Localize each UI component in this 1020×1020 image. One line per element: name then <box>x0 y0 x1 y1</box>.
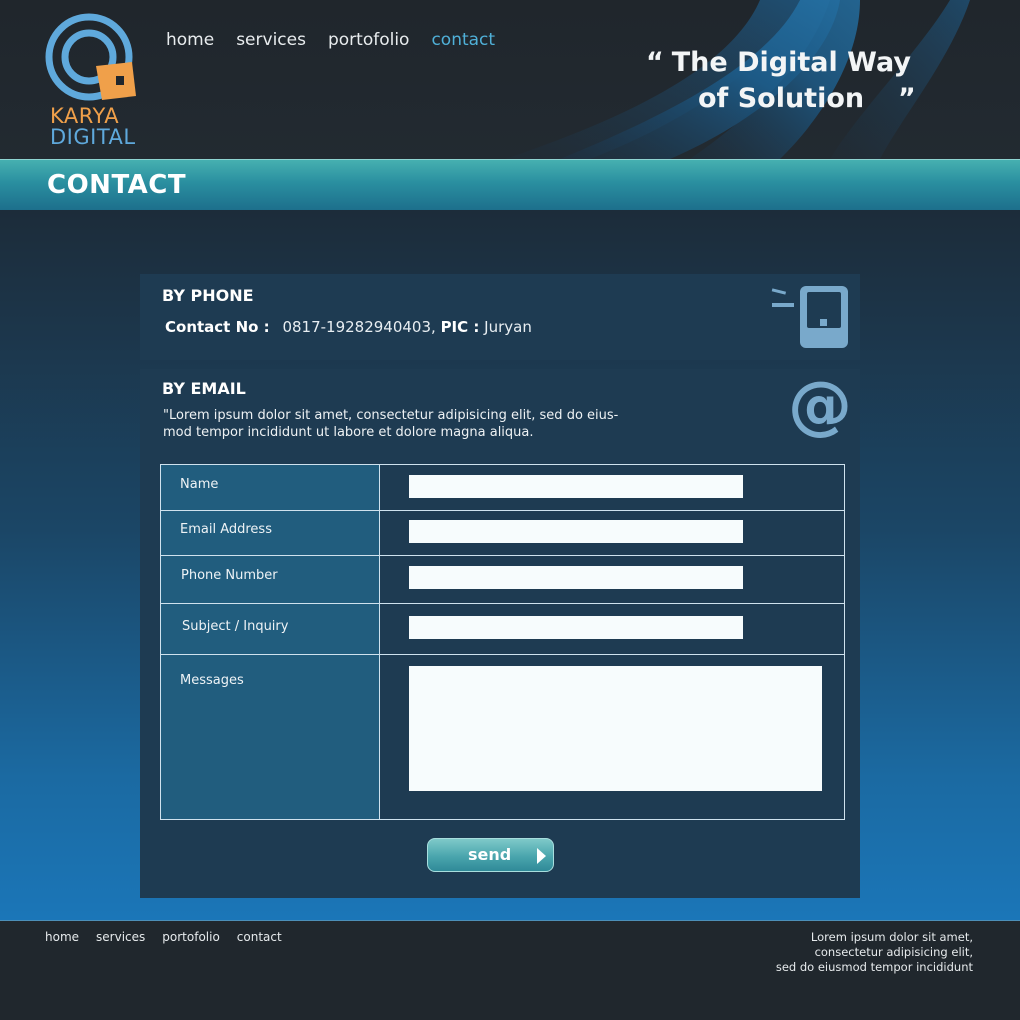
nav-contact[interactable]: contact <box>431 30 495 50</box>
email-description-line1: "Lorem ipsum dolor sit amet, consectetur… <box>163 408 619 423</box>
pic-label: PIC : <box>440 318 480 336</box>
phone-heading: BY PHONE <box>162 286 254 305</box>
messages-label: Messages <box>180 673 244 688</box>
form-row-divider <box>161 603 844 604</box>
subject-inquiry-input[interactable] <box>409 616 743 639</box>
logo-wordmark-digital: DIGITAL <box>50 125 136 149</box>
email-address-label: Email Address <box>180 522 272 537</box>
phone-contact-line: Contact No : 0817-19282940403, PIC : Jur… <box>165 318 532 336</box>
main-content: BY PHONE Contact No : 0817-19282940403, … <box>0 210 1020 920</box>
phone-contact-panel: BY PHONE Contact No : 0817-19282940403, … <box>140 274 860 360</box>
site-footer: home services portofolio contact Lorem i… <box>0 920 1020 1020</box>
nav-home[interactable]: home <box>166 30 214 50</box>
page-title: CONTACT <box>47 170 187 200</box>
email-contact-panel: BY EMAIL @ "Lorem ipsum dolor sit amet, … <box>140 369 860 898</box>
play-arrow-icon <box>537 848 546 864</box>
footer-text-line1: Lorem ipsum dolor sit amet, <box>810 930 973 944</box>
phone-number-input[interactable] <box>409 566 743 589</box>
email-description: "Lorem ipsum dolor sit amet, consectetur… <box>163 407 643 441</box>
page-title-bar: CONTACT <box>0 159 1020 210</box>
footer-nav: home services portofolio contact <box>45 930 299 944</box>
contact-number: 0817-19282940403, <box>282 318 436 336</box>
at-sign-icon: @ <box>788 369 852 443</box>
send-button-label: send <box>468 845 512 864</box>
footer-nav-portofolio[interactable]: portofolio <box>162 930 220 944</box>
contact-no-label: Contact No : <box>165 318 270 336</box>
send-button[interactable]: send <box>427 838 554 872</box>
footer-text-line3: sed do eiusmod tempor incididunt <box>775 960 973 974</box>
main-nav: home services portofolio contact <box>166 30 517 50</box>
form-row-divider <box>161 555 844 556</box>
form-row-divider <box>161 654 844 655</box>
tagline-line2: of Solution <box>698 83 865 114</box>
form-label-column <box>161 465 380 819</box>
nav-portofolio[interactable]: portofolio <box>328 30 409 50</box>
nav-services[interactable]: services <box>236 30 306 50</box>
tagline-line1: The Digital Way <box>671 47 911 78</box>
email-heading: BY EMAIL <box>162 379 246 398</box>
mobile-phone-icon <box>771 286 848 348</box>
footer-nav-contact[interactable]: contact <box>237 930 282 944</box>
footer-text: Lorem ipsum dolor sit amet, consectetur … <box>713 930 973 975</box>
name-label: Name <box>180 477 219 492</box>
footer-text-line2: consectetur adipisicing elit, <box>814 945 973 959</box>
footer-nav-home[interactable]: home <box>45 930 79 944</box>
email-description-line2: mod tempor incididunt ut labore et dolor… <box>163 425 534 440</box>
site-header: KARYA DIGITAL home services portofolio c… <box>0 0 1020 159</box>
contact-form: Name Email Address Phone Number Subject … <box>160 464 845 820</box>
phone-number-label: Phone Number <box>181 568 278 583</box>
tagline: “The Digital Way of Solution ” <box>646 45 926 117</box>
tagline-open-quote: “ <box>646 47 664 78</box>
name-input[interactable] <box>409 475 743 498</box>
email-address-input[interactable] <box>409 520 743 543</box>
footer-nav-services[interactable]: services <box>96 930 145 944</box>
form-row-divider <box>161 510 844 511</box>
tagline-close-quote: ” <box>898 83 916 114</box>
messages-textarea[interactable] <box>409 666 822 791</box>
pic-name: Juryan <box>484 318 532 336</box>
subject-inquiry-label: Subject / Inquiry <box>182 619 289 634</box>
